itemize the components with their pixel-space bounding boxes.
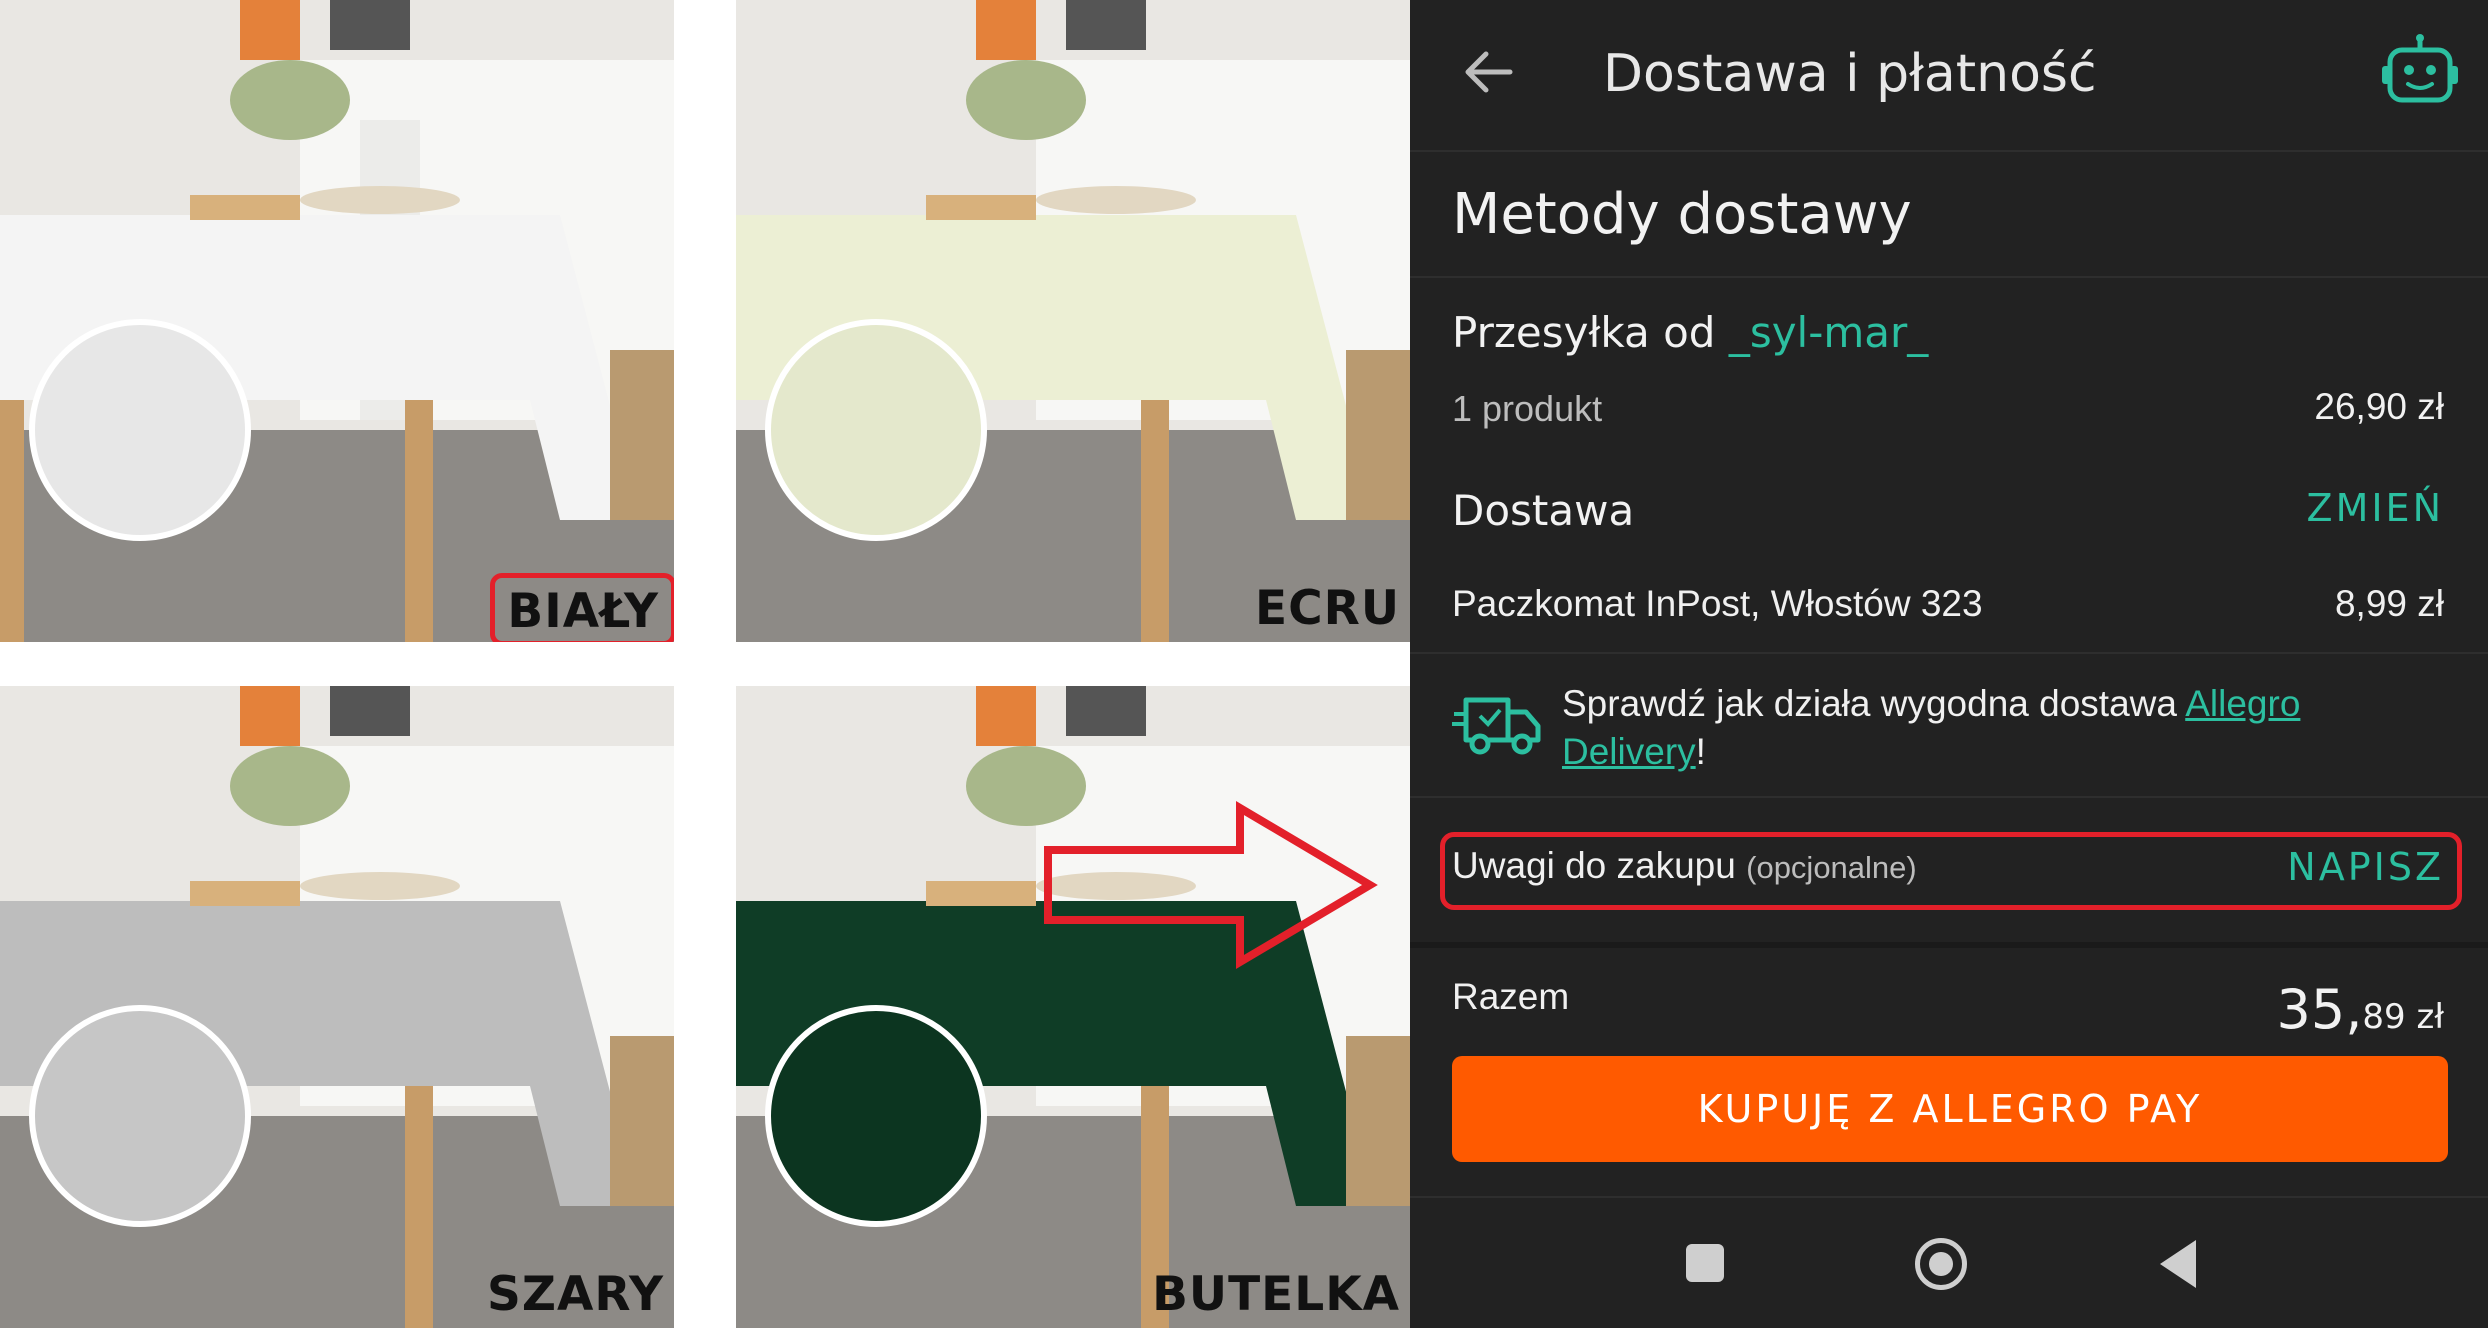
delivery-promo: Sprawdź jak działa wygodna dostawa Alleg… — [1562, 680, 2442, 776]
total-price: 35,89 zł — [2277, 978, 2444, 1041]
shipment-prefix: Przesyłka od — [1452, 308, 1716, 357]
arrow-right-icon — [1044, 800, 1378, 970]
seller-link[interactable]: _syl-mar_ — [1729, 308, 1928, 357]
home-icon[interactable] — [1915, 1238, 1967, 1290]
page-title: Dostawa i płatność — [1603, 44, 2097, 104]
shipment-heading: Przesyłka od _syl-mar_ — [1452, 308, 1928, 357]
tile-label: ECRU — [1255, 581, 1400, 636]
delivery-heading: Dostawa — [1452, 486, 1635, 535]
total-main: 35, — [2276, 978, 2363, 1041]
arrow-left-icon[interactable] — [1460, 44, 1516, 100]
product-tile-white[interactable]: BIAŁY — [0, 0, 674, 642]
product-tile-bottle-green[interactable]: BUTELKA — [736, 686, 1410, 1328]
change-delivery-button[interactable]: ZMIEŃ — [2307, 486, 2444, 530]
tile-label: BUTELKA — [1152, 1267, 1400, 1322]
delivery-method: Paczkomat InPost, Włostów 323 — [1452, 583, 1983, 624]
promo-suffix: ! — [1695, 731, 1706, 772]
robot-icon[interactable] — [2380, 32, 2460, 112]
system-navbar — [1410, 1198, 2488, 1328]
section-title: Metody dostawy — [1452, 182, 1912, 247]
tablecloth-photo — [0, 686, 674, 1328]
back-triangle-icon[interactable] — [2160, 1240, 2196, 1288]
allegro-pay-button[interactable]: KUPUJĘ Z ALLEGRO PAY — [1452, 1056, 2448, 1162]
tablecloth-photo — [0, 0, 674, 642]
divider — [1410, 942, 2488, 948]
write-notes-button[interactable]: NAPISZ — [2287, 845, 2444, 889]
promo-text: Sprawdź jak działa wygodna dostawa — [1562, 683, 2177, 724]
tablecloth-photo — [736, 0, 1410, 642]
purchase-notes-label: Uwagi do zakupu (opcjonalne) — [1452, 845, 1917, 887]
divider — [1410, 652, 2488, 654]
product-price: 26,90 zł — [2314, 386, 2444, 427]
product-tile-ecru[interactable]: ECRU — [736, 0, 1410, 642]
delivery-price: 8,99 zł — [2334, 583, 2444, 624]
tile-label: BIAŁY — [490, 573, 674, 642]
notes-optional: (opcjonalne) — [1746, 850, 1917, 885]
total-cents: 89 zł — [2362, 997, 2444, 1037]
divider — [1410, 276, 2488, 278]
delivery-truck-icon — [1452, 697, 1541, 755]
tablecloth-photo — [736, 686, 1410, 1328]
product-tile-grey[interactable]: SZARY — [0, 686, 674, 1328]
total-label: Razem — [1452, 976, 1570, 1017]
product-count: 1 produkt — [1452, 388, 1603, 429]
checkout-screen: Dostawa i płatność Metody dostawy Przesy… — [1410, 0, 2488, 1328]
divider — [1410, 796, 2488, 798]
tile-label: SZARY — [487, 1267, 664, 1322]
notes-label-text: Uwagi do zakupu — [1452, 845, 1736, 886]
recent-apps-icon[interactable] — [1686, 1244, 1724, 1282]
divider — [1410, 150, 2488, 152]
